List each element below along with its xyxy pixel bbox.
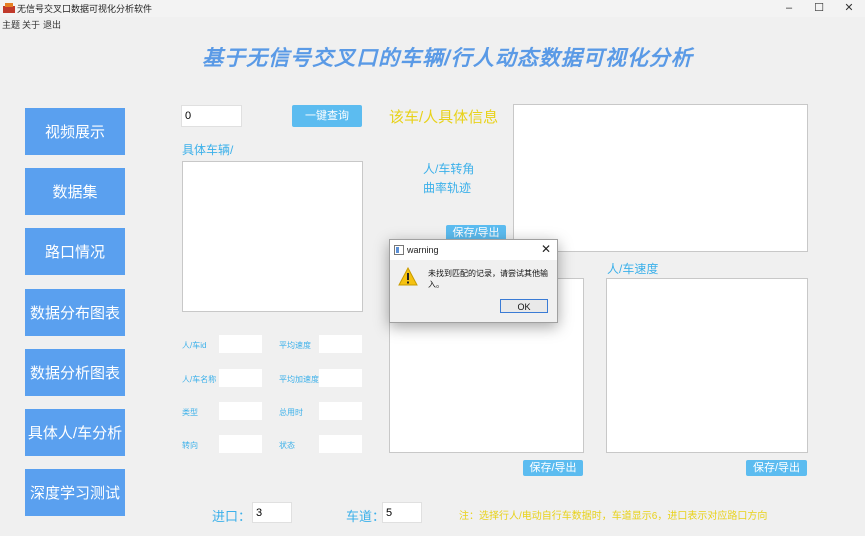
- speed-label: 人/车速度: [607, 262, 659, 276]
- info-panel: [513, 104, 808, 252]
- status-label: 状态: [279, 441, 295, 450]
- turn-label: 转向: [182, 441, 198, 450]
- menu-exit[interactable]: 退出: [43, 18, 61, 31]
- save-export-button-3[interactable]: 保存/导出: [746, 460, 807, 476]
- total-time-field[interactable]: [319, 402, 362, 420]
- lane-label: 车道：: [346, 509, 386, 524]
- avg-speed-label: 平均速度: [279, 341, 311, 350]
- query-button[interactable]: 一键查询: [292, 105, 362, 127]
- dialog-close-icon[interactable]: ✕: [541, 242, 551, 256]
- note-text: 注：选择行人/电动自行车数据时，车道显示6，进口表示对应路口方向: [459, 511, 768, 522]
- page-title: 基于无信号交叉口的车辆/行人动态数据可视化分析: [202, 47, 693, 70]
- speed-chart-panel: [606, 278, 808, 453]
- turn-field[interactable]: [219, 435, 262, 453]
- save-export-button-2[interactable]: 保存/导出: [523, 460, 583, 476]
- sidebar-item-dataset[interactable]: 数据集: [25, 168, 125, 215]
- sidebar-item-analysis-chart[interactable]: 数据分析图表: [25, 349, 125, 396]
- avg-accel-label: 平均加速度: [279, 375, 319, 384]
- menu-theme[interactable]: 主题: [2, 18, 20, 31]
- type-field[interactable]: [219, 402, 262, 420]
- entry-input[interactable]: 3: [252, 502, 292, 523]
- warning-dialog: warning ✕ 未找到匹配的记录，请尝试其他输入。 OK: [389, 239, 558, 323]
- dialog-app-icon: [394, 245, 404, 255]
- dialog-message: 未找到匹配的记录，请尝试其他输入。: [428, 269, 548, 289]
- avg-speed-field[interactable]: [319, 335, 362, 353]
- status-field[interactable]: [319, 435, 362, 453]
- type-label: 类型: [182, 408, 198, 417]
- lane-input[interactable]: 5: [382, 502, 422, 523]
- person-name-field[interactable]: [219, 369, 262, 387]
- person-name-label: 人/车名称: [182, 375, 217, 384]
- maximize-button[interactable]: ☐: [802, 0, 836, 17]
- window-titlebar: 无信号交叉口数据可视化分析软件 – ☐ ✕: [0, 0, 865, 17]
- dialog-titlebar: warning ✕: [390, 240, 557, 260]
- avg-accel-field[interactable]: [319, 369, 362, 387]
- vehicle-list[interactable]: [182, 161, 363, 312]
- sidebar-item-video[interactable]: 视频展示: [25, 108, 125, 155]
- sidebar-item-specific-analysis[interactable]: 具体人/车分析: [25, 409, 125, 456]
- sidebar-item-deep-learning[interactable]: 深度学习测试: [25, 469, 125, 516]
- person-id-label: 人/车id: [182, 341, 207, 350]
- sidebar-item-intersection[interactable]: 路口情况: [25, 228, 125, 275]
- menu-bar: 主题 关于 退出: [0, 17, 865, 31]
- close-window-button[interactable]: ✕: [832, 0, 865, 17]
- curvature-label: 曲率轨迹: [423, 181, 472, 195]
- dialog-title: warning: [407, 245, 439, 255]
- person-id-field[interactable]: [219, 335, 262, 353]
- warning-icon: [398, 267, 418, 286]
- sidebar-item-distribution-chart[interactable]: 数据分布图表: [25, 289, 125, 336]
- vehicle-label: 具体车辆/: [182, 143, 234, 157]
- id-input[interactable]: 0: [181, 105, 242, 127]
- dialog-ok-button[interactable]: OK: [500, 299, 548, 313]
- turn-angle-label: 人/车转角: [423, 162, 475, 176]
- entry-label: 进口：: [212, 509, 252, 524]
- minimize-button[interactable]: –: [772, 0, 806, 17]
- window-title: 无信号交叉口数据可视化分析软件: [17, 4, 153, 14]
- info-title: 该车/人具体信息: [389, 109, 499, 126]
- menu-about[interactable]: 关于: [22, 18, 40, 31]
- total-time-label: 总用时: [279, 408, 303, 417]
- app-icon: [3, 3, 15, 13]
